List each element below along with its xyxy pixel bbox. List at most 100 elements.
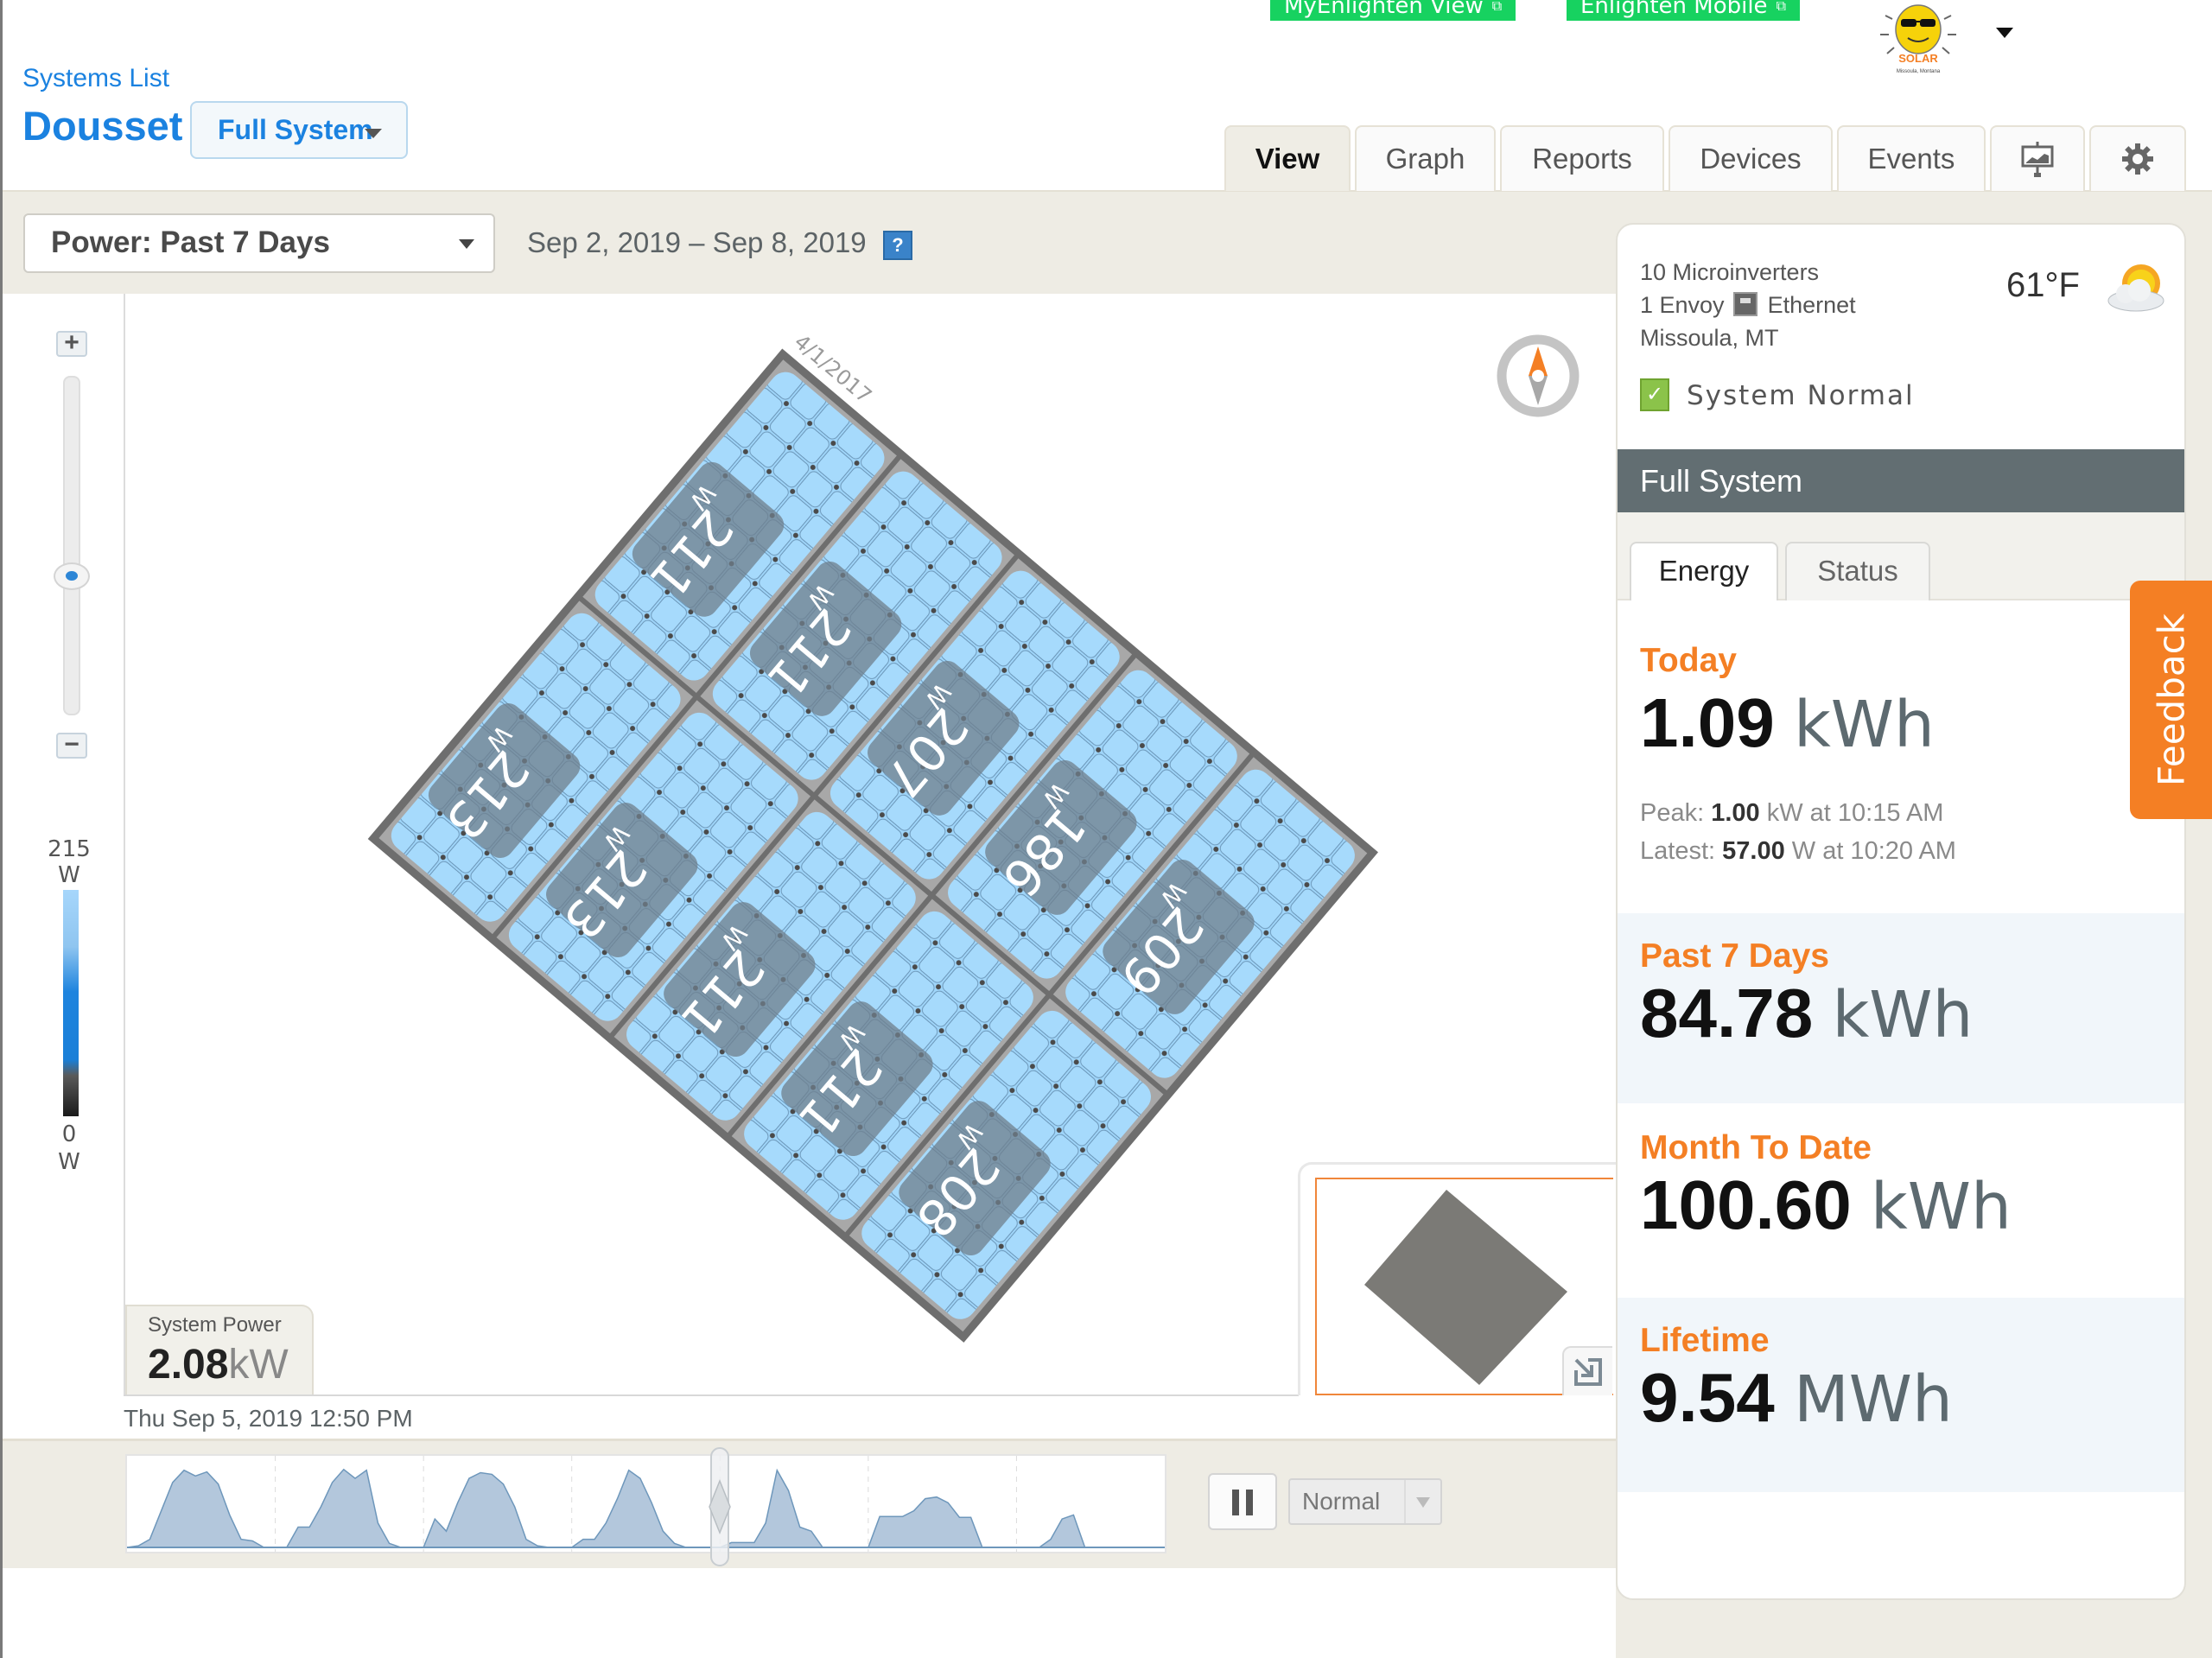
external-link-icon: ⧉ bbox=[1776, 0, 1786, 14]
external-link-icon: ⧉ bbox=[1491, 0, 1503, 14]
legend-min-value: 0 bbox=[61, 1121, 77, 1147]
day-production-curve bbox=[422, 1471, 572, 1548]
enlighten-mobile-label: Enlighten Mobile bbox=[1580, 0, 1768, 19]
ethernet-icon bbox=[1732, 292, 1758, 316]
tab-presentation[interactable] bbox=[1990, 125, 2085, 191]
stat-past7-value: 84.78 bbox=[1640, 975, 1814, 1051]
systems-list-link[interactable]: Systems List bbox=[22, 64, 169, 93]
map-divider bbox=[124, 1394, 1299, 1396]
tab-devices[interactable]: Devices bbox=[1669, 125, 1833, 191]
zoom-out-button[interactable]: − bbox=[56, 732, 87, 759]
tab-events[interactable]: Events bbox=[1837, 125, 1986, 191]
zoom-slider-handle[interactable] bbox=[54, 562, 90, 590]
playback-timestamp: Thu Sep 5, 2019 12:50 PM bbox=[124, 1405, 413, 1432]
stat-mtd-unit: kWh bbox=[1870, 1170, 2012, 1244]
timeline-chart bbox=[126, 1456, 1165, 1552]
help-icon[interactable]: ? bbox=[883, 231, 912, 260]
legend-min-unit: W bbox=[58, 1149, 80, 1175]
latest-time: W at 10:20 AM bbox=[1791, 837, 1956, 865]
scope-title-bar: Full System bbox=[1618, 449, 2184, 512]
tab-settings[interactable] bbox=[2089, 125, 2186, 191]
system-summary-panel: 10 Microinverters 1 Envoy Ethernet Missou… bbox=[1616, 223, 2186, 1600]
peak-label: Peak: bbox=[1640, 799, 1705, 827]
stat-mtd-value: 100.60 bbox=[1640, 1166, 1852, 1243]
system-power-label: System Power bbox=[148, 1313, 282, 1337]
day-production-curve bbox=[569, 1469, 721, 1548]
system-scope-dropdown[interactable]: Full System bbox=[190, 101, 408, 159]
installer-logo[interactable]: SOLAR Missoula, Montana bbox=[1875, 0, 1961, 76]
feedback-button[interactable]: Feedback bbox=[2130, 581, 2212, 819]
stat-lifetime-title: Lifetime bbox=[1640, 1322, 1770, 1359]
zoom-slider-track[interactable] bbox=[63, 376, 80, 715]
stat-lifetime-value-row: 9.54 MWh bbox=[1640, 1358, 1953, 1438]
status-ok-icon: ✓ bbox=[1640, 378, 1669, 411]
power-range-select[interactable]: Power: Past 7 Days bbox=[23, 213, 495, 273]
peak-info: Peak: 1.00 kW at 10:15 AM bbox=[1640, 799, 1943, 828]
system-status: System Normal bbox=[1687, 380, 1915, 411]
chevron-down-icon bbox=[1416, 1497, 1430, 1508]
account-menu-caret-icon[interactable] bbox=[1996, 28, 2013, 38]
date-range: Sep 2, 2019 – Sep 8, 2019 bbox=[527, 226, 867, 258]
stat-today-value-row: 1.09 kWh bbox=[1640, 683, 1935, 763]
system-location: Missoula, MT bbox=[1640, 325, 1779, 351]
zoom-in-button[interactable]: + bbox=[56, 330, 87, 357]
myenlighten-view-link[interactable]: MyEnlighten View ⧉ bbox=[1270, 0, 1516, 21]
stat-mtd-value-row: 100.60 kWh bbox=[1640, 1166, 2012, 1245]
minimap-toggle-button[interactable] bbox=[1562, 1346, 1612, 1395]
feedback-label: Feedback bbox=[2150, 613, 2192, 787]
day-production-curve bbox=[720, 1468, 868, 1548]
system-power-unit: kW bbox=[228, 1342, 289, 1388]
gear-icon bbox=[2122, 143, 2153, 175]
select-separator bbox=[1404, 1480, 1406, 1523]
legend-max-unit: W bbox=[58, 862, 80, 888]
tab-energy[interactable]: Energy bbox=[1630, 542, 1778, 600]
day-production-curve bbox=[1016, 1514, 1165, 1548]
envoy-info: 1 Envoy Ethernet bbox=[1640, 292, 1856, 319]
latest-label: Latest: bbox=[1640, 837, 1716, 865]
stat-past7-title: Past 7 Days bbox=[1640, 937, 1829, 975]
expand-arrow-icon bbox=[1574, 1358, 1602, 1386]
connection-type: Ethernet bbox=[1767, 292, 1856, 318]
envoy-count: 1 Envoy bbox=[1640, 292, 1725, 318]
system-power-value: 2.08 bbox=[148, 1342, 229, 1388]
playback-speed-select[interactable]: Normal bbox=[1288, 1478, 1442, 1525]
latest-value: 57.00 bbox=[1722, 837, 1785, 865]
stat-today-value: 1.09 bbox=[1640, 684, 1775, 761]
stat-past7-value-row: 84.78 kWh bbox=[1640, 974, 1973, 1053]
tab-reports[interactable]: Reports bbox=[1500, 125, 1664, 191]
compass-icon[interactable] bbox=[1495, 333, 1581, 419]
stat-today: Today 1.09 kWh Peak: 1.00 kW at 10:15 AM… bbox=[1618, 599, 2184, 910]
system-name: Dousset bbox=[22, 103, 183, 149]
stat-lifetime-unit: MWh bbox=[1793, 1363, 1953, 1437]
presentation-icon bbox=[2021, 142, 2054, 177]
legend-max-value: 215 bbox=[48, 836, 91, 862]
peak-value: 1.00 bbox=[1711, 799, 1760, 827]
enlighten-mobile-link[interactable]: Enlighten Mobile ⧉ bbox=[1567, 0, 1800, 21]
stat-month-to-date: Month To Date 100.60 kWh bbox=[1618, 1103, 2184, 1298]
tab-graph[interactable]: Graph bbox=[1355, 125, 1496, 191]
stat-past-7-days: Past 7 Days 84.78 kWh bbox=[1618, 913, 2184, 1103]
timeline-playhead[interactable] bbox=[704, 1446, 735, 1567]
stat-today-unit: kWh bbox=[1793, 688, 1935, 762]
tab-view[interactable]: View bbox=[1224, 125, 1351, 191]
stat-lifetime: Lifetime 9.54 MWh bbox=[1618, 1298, 2184, 1492]
day-production-curve bbox=[275, 1468, 424, 1548]
system-power-box: System Power 2.08kW bbox=[125, 1305, 314, 1395]
power-timeline[interactable] bbox=[125, 1454, 1166, 1553]
day-production-curve bbox=[868, 1496, 1017, 1548]
stat-mtd-title: Month To Date bbox=[1640, 1129, 1872, 1166]
power-color-legend bbox=[63, 890, 79, 1116]
chevron-down-icon bbox=[365, 129, 382, 138]
logo-text: SOLAR bbox=[1898, 52, 1938, 65]
power-range-value: Power: Past 7 Days bbox=[51, 226, 330, 259]
temperature: 61°F bbox=[2006, 266, 2080, 304]
tab-status[interactable]: Status bbox=[1785, 542, 1930, 600]
partly-cloudy-icon bbox=[2107, 264, 2164, 312]
logo-subtext: Missoula, Montana bbox=[1897, 69, 1941, 74]
page-footer-space bbox=[3, 1568, 1616, 1658]
system-power-value-row: 2.08kW bbox=[148, 1341, 289, 1388]
stat-lifetime-value: 9.54 bbox=[1640, 1359, 1775, 1436]
system-scope-value: Full System bbox=[218, 114, 373, 145]
latest-info: Latest: 57.00 W at 10:20 AM bbox=[1640, 837, 1956, 866]
pause-button[interactable] bbox=[1208, 1473, 1277, 1530]
